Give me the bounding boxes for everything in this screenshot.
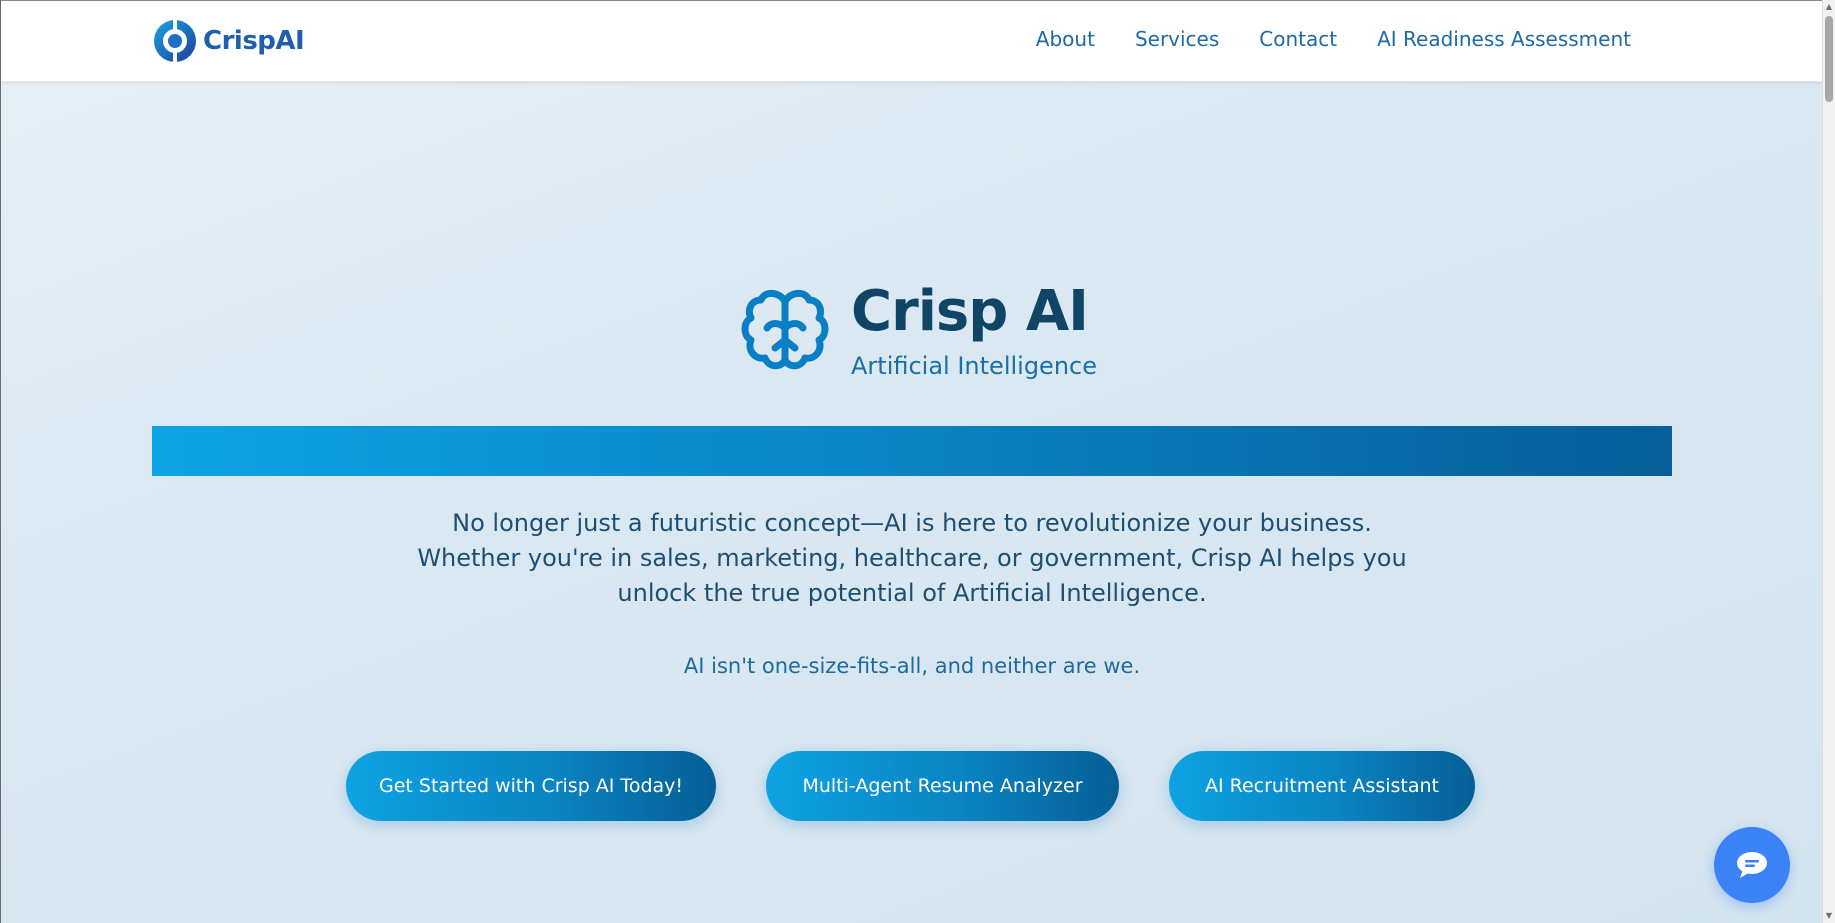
page-subtitle: Artificial Intelligence [851, 352, 1097, 380]
hero-gradient-banner [152, 426, 1672, 476]
crispai-logo-icon [154, 20, 196, 62]
scroll-thumb[interactable] [1825, 16, 1833, 102]
chat-button[interactable] [1714, 827, 1790, 903]
nav-contact[interactable]: Contact [1259, 27, 1337, 51]
scroll-up-arrow-icon[interactable]: ▲ [1823, 0, 1835, 14]
window-border-left [0, 0, 1, 923]
hero-brand: Crisp AI Artificial Intelligence [737, 280, 1097, 380]
nav-about[interactable]: About [1036, 27, 1095, 51]
recruitment-assistant-button[interactable]: AI Recruitment Assistant [1169, 751, 1475, 821]
site-header: CrispAI About Services Contact AI Readin… [1, 1, 1823, 82]
page-scrollbar[interactable]: ▲ ▼ [1822, 0, 1835, 923]
get-started-button[interactable]: Get Started with Crisp AI Today! [346, 751, 716, 821]
brain-icon [741, 290, 829, 370]
scroll-down-arrow-icon[interactable]: ▼ [1823, 909, 1835, 923]
brand-text: Crisp AI Artificial Intelligence [851, 279, 1097, 381]
logo-text: CrispAI [203, 26, 305, 56]
main-nav: About Services Contact AI Readiness Asse… [1036, 27, 1631, 51]
chat-bubble-icon [1737, 852, 1767, 878]
hero-description: No longer just a futuristic concept—AI i… [417, 509, 1407, 607]
site-logo[interactable]: CrispAI [153, 19, 305, 63]
hero-tagline: AI isn't one-size-fits-all, and neither … [683, 654, 1141, 678]
resume-analyzer-button[interactable]: Multi-Agent Resume Analyzer [766, 751, 1119, 821]
page-title: Crisp AI [851, 279, 1089, 344]
nav-services[interactable]: Services [1135, 27, 1219, 51]
nav-ai-readiness-assessment[interactable]: AI Readiness Assessment [1377, 27, 1631, 51]
